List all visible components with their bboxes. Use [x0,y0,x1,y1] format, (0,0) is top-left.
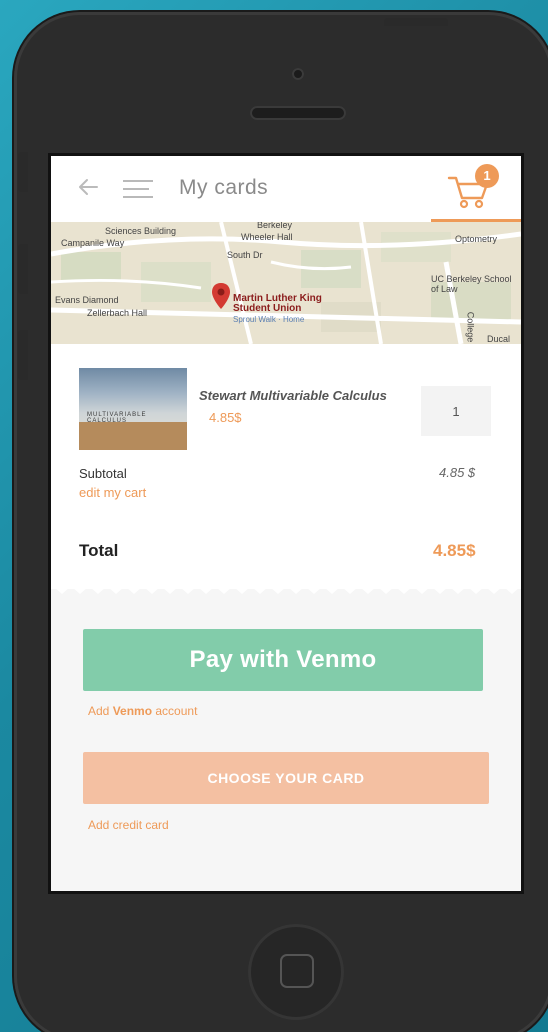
power-button [384,18,448,26]
map-label: College [465,311,476,343]
earpiece-speaker [250,106,346,120]
add-venmo-account-link[interactable]: Add Venmo account [88,704,197,718]
cart-summary: MULTIVARIABLE CALCULUS Stewart Multivari… [51,344,521,589]
total-value: 4.85$ [433,541,476,560]
product-price: 4.85$ [209,410,242,425]
edit-cart-link[interactable]: edit my cart [79,485,146,500]
map-label: Optometry [455,234,498,244]
map-label: Sciences Building [105,226,177,236]
map-pin-label: Martin Luther King Student Union [233,293,322,314]
map-label: Evans Diamond [55,295,119,305]
subtotal-label: Subtotal [79,466,127,481]
map-pin-sublabel: Sproul Walk · Home [233,315,305,324]
cart-count-badge: 1 [475,164,499,188]
home-button[interactable] [248,924,344,1020]
page-title: My cards [179,176,269,199]
map-pin-icon[interactable] [211,282,231,310]
add-venmo-suffix: account [152,704,198,718]
mute-switch [18,152,28,192]
book-cover-title: MULTIVARIABLE CALCULUS [87,412,147,424]
map-label: Ducal [487,334,511,344]
arrow-left-icon[interactable] [77,176,99,198]
receipt-zigzag-edge [51,582,521,594]
volume-down-button [18,330,28,380]
total-label: Total [79,541,119,560]
product-title: Stewart Multivariable Calculus [199,388,387,403]
phone-screen: My cards 1 Sciences Building Campanile W… [48,153,524,894]
map-label: UC Berkeley School of Law [431,274,512,294]
map-label: Berkeley [257,222,293,230]
quantity-input[interactable] [421,386,491,436]
subtotal-value: 4.85 $ [439,465,476,480]
hamburger-menu-icon[interactable] [123,180,153,198]
map-label: Zellerbach Hall [87,308,148,318]
app-bar: My cards 1 [51,156,521,222]
book-cover-image: MULTIVARIABLE CALCULUS [79,368,187,450]
add-venmo-brand: Venmo [112,704,153,718]
front-camera [292,68,304,80]
pay-with-venmo-button[interactable]: Pay with Venmo [83,629,483,691]
home-square-icon [280,954,314,988]
choose-card-button[interactable]: CHOOSE YOUR CARD [83,752,489,804]
map-label: Wheeler Hall [241,232,293,242]
add-credit-card-link[interactable]: Add credit card [88,818,169,832]
map-label: Campanile Way [61,238,125,248]
add-venmo-prefix: Add [88,704,113,718]
map-label: South Dr [227,250,263,260]
campus-map[interactable]: Sciences Building Campanile Way Berkeley… [51,222,521,344]
volume-up-button [18,244,28,294]
